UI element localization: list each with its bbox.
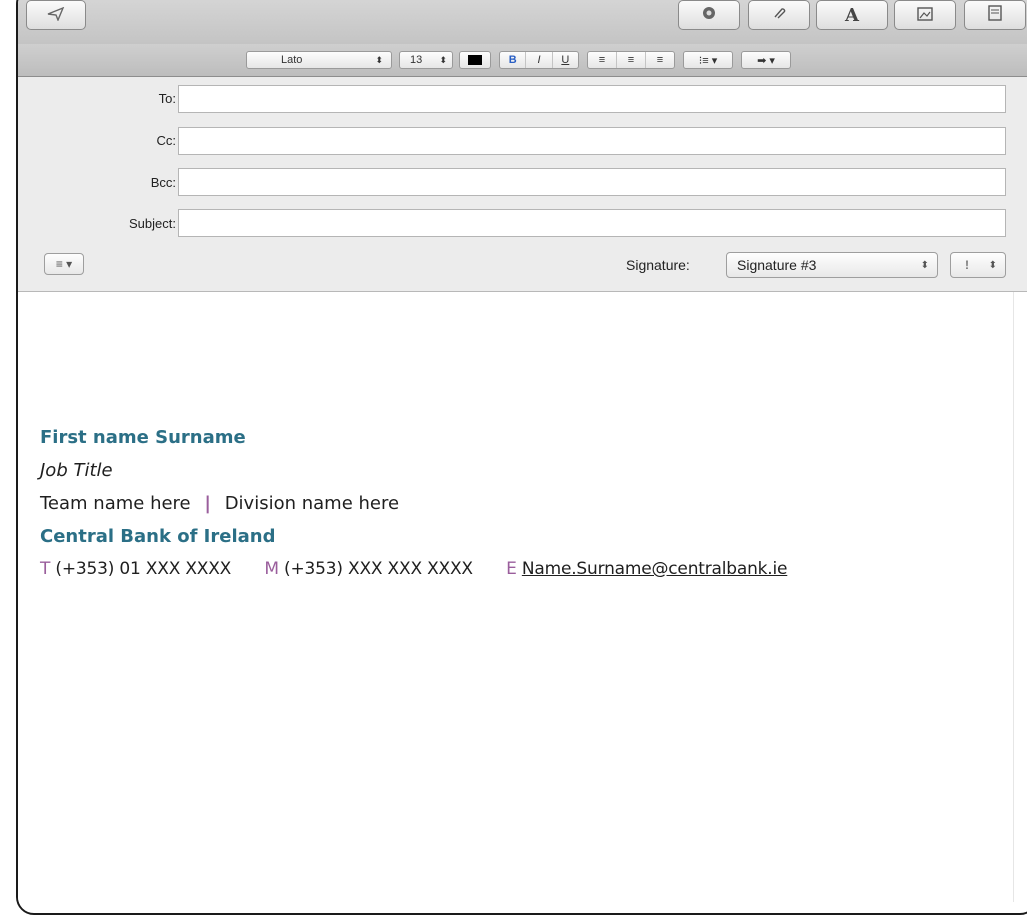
- signature-team-line: Team name here | Division name here: [40, 493, 399, 514]
- team-name: Team name here: [40, 493, 191, 514]
- font-family-select[interactable]: Lato ⬍: [246, 51, 392, 69]
- indent-arrow-icon: ➡ ▾: [757, 54, 775, 67]
- mail-compose-window: A Lato ⬍ 13 ⬍ B I U ≡ ≡ ≡ ⁝≡ ▾ ➡ ▾ To: C…: [16, 0, 1027, 915]
- color-swatch: [468, 55, 482, 65]
- signature-label: Signature:: [626, 257, 690, 273]
- attach-button[interactable]: [748, 0, 810, 30]
- priority-select[interactable]: ! ⬍: [950, 252, 1006, 278]
- phone-number: (+353) 01 XXX XXXX: [55, 559, 232, 579]
- stepper-arrows-icon: ⬍: [375, 54, 383, 65]
- signature-name: First name Surname: [40, 427, 246, 448]
- list-menu-icon: ≡ ▾: [55, 257, 73, 271]
- fonts-button[interactable]: A: [816, 0, 888, 30]
- stepper-arrows-icon: ⬍: [439, 54, 447, 65]
- format-bar: Lato ⬍ 13 ⬍ B I U ≡ ≡ ≡ ⁝≡ ▾ ➡ ▾: [18, 44, 1027, 77]
- phone-label: T: [40, 559, 51, 579]
- subject-label: Subject:: [129, 216, 176, 231]
- division-name: Division name here: [224, 493, 400, 514]
- signature-contact-line: T (+353) 01 XXX XXXX M (+353) XXX XXX XX…: [40, 559, 787, 579]
- fonts-icon: A: [845, 4, 859, 26]
- mobile-label: M: [264, 559, 279, 579]
- priority-value: !: [965, 258, 969, 272]
- email-link[interactable]: Name.Surname@centralbank.ie: [522, 559, 788, 579]
- emoji-button[interactable]: [678, 0, 740, 30]
- send-icon: [47, 6, 65, 25]
- indent-button[interactable]: ➡ ▾: [741, 51, 791, 69]
- send-button[interactable]: [26, 0, 86, 30]
- signature-select[interactable]: Signature #3 ⬍: [726, 252, 938, 278]
- top-toolbar: A: [18, 0, 1027, 44]
- emoji-icon: [701, 5, 717, 25]
- bold-button[interactable]: B: [500, 52, 525, 68]
- subject-field[interactable]: [178, 209, 1006, 237]
- header-fields-menu-button[interactable]: ≡ ▾: [44, 253, 84, 275]
- mobile-number: (+353) XXX XXX XXXX: [284, 559, 473, 579]
- stepper-arrows-icon: ⬍: [920, 259, 929, 271]
- align-right-icon[interactable]: ≡: [645, 52, 674, 68]
- alignment-buttons: ≡ ≡ ≡: [587, 51, 675, 69]
- font-family-value: Lato: [281, 54, 303, 66]
- align-left-icon[interactable]: ≡: [588, 52, 616, 68]
- attach-icon: [771, 5, 787, 25]
- message-body[interactable]: [18, 292, 1027, 912]
- cc-label: Cc:: [156, 133, 177, 148]
- style-buttons: B I U: [499, 51, 579, 69]
- stepper-arrows-icon: ⬍: [988, 259, 997, 271]
- bcc-field[interactable]: [178, 168, 1006, 196]
- body-scroll-divider: [1013, 292, 1014, 902]
- photo-browser-button[interactable]: [894, 0, 956, 30]
- message-header: To: Cc: Bcc: Subject: ≡ ▾ Signature: Sig…: [18, 77, 1027, 292]
- font-size-select[interactable]: 13 ⬍: [399, 51, 453, 69]
- italic-button[interactable]: I: [525, 52, 551, 68]
- bcc-label: Bcc:: [150, 175, 176, 190]
- cc-field[interactable]: [178, 127, 1006, 155]
- underline-button[interactable]: U: [551, 52, 578, 68]
- email-label: E: [506, 559, 517, 579]
- align-center-icon[interactable]: ≡: [616, 52, 645, 68]
- to-field[interactable]: [178, 85, 1006, 113]
- team-separator: |: [204, 493, 211, 514]
- list-button[interactable]: ⁝≡ ▾: [683, 51, 733, 69]
- font-size-value: 13: [410, 54, 423, 66]
- signature-value: Signature #3: [737, 257, 817, 273]
- stationery-button[interactable]: [964, 0, 1026, 30]
- list-icon: ⁝≡ ▾: [698, 54, 718, 67]
- text-color-button[interactable]: [459, 51, 491, 69]
- photo-browser-icon: [917, 6, 933, 25]
- signature-job-title: Job Title: [40, 460, 113, 481]
- to-label: To:: [158, 91, 176, 106]
- stationery-icon: [988, 5, 1002, 25]
- signature-company: Central Bank of Ireland: [40, 526, 276, 547]
